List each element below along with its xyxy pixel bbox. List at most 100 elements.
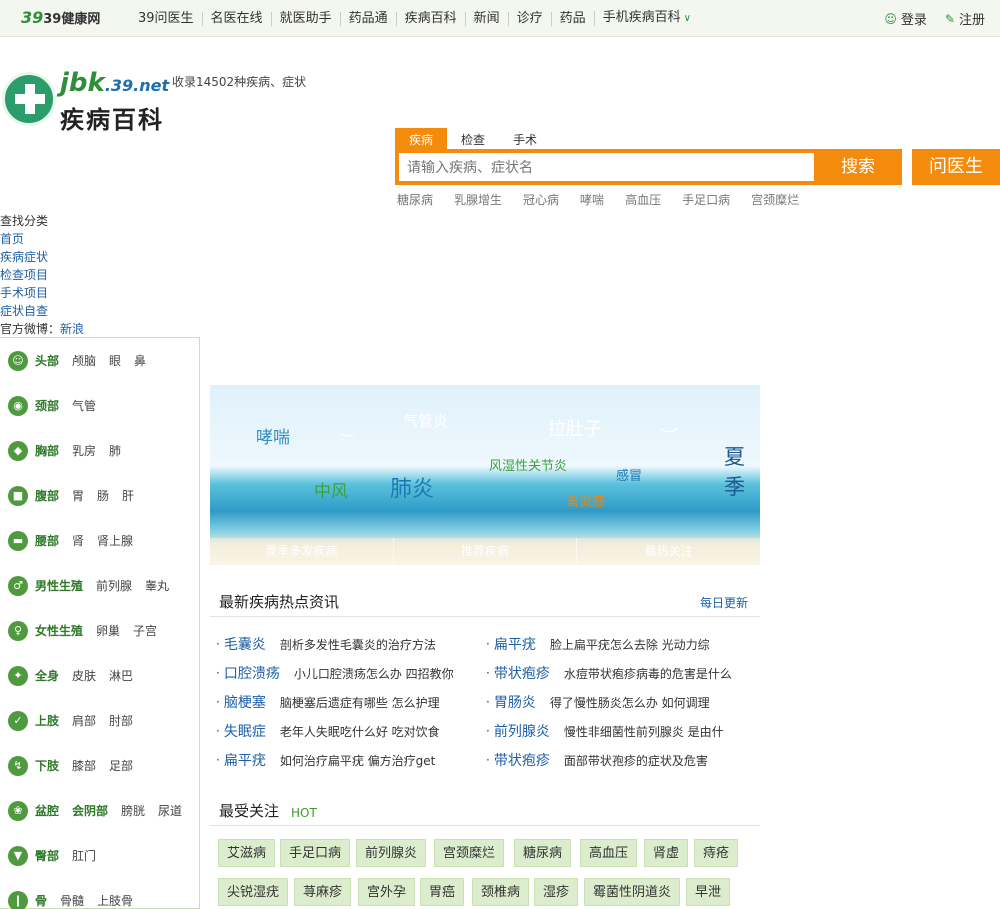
sidebar-item-neck[interactable]: ◉ 颈部 气管 — [0, 383, 199, 428]
sidebar-item-female[interactable]: ♀ 女性生殖 卵巢 子宫 — [0, 608, 199, 653]
hotword-link[interactable]: 哮喘 — [580, 191, 604, 208]
disease-tag[interactable]: 前列腺炎 — [356, 839, 427, 867]
news-item[interactable]: · 脑梗塞 脑梗塞后遗症有哪些 怎么护理 — [216, 691, 440, 713]
news-text[interactable]: 脸上扁平疣怎么去除 光动力综 — [550, 636, 710, 653]
banner-word[interactable]: 中风 — [314, 477, 348, 502]
disease-tag[interactable]: 高血压 — [580, 839, 638, 867]
sidebar-sub[interactable]: 足部 — [109, 757, 133, 774]
banner-word[interactable]: 风湿性关节炎 — [489, 455, 567, 474]
news-keyword[interactable]: 扁平疣 — [224, 750, 266, 770]
news-text[interactable]: 小儿口腔溃疡怎么办 四招教你 — [294, 665, 454, 682]
sidebar-category[interactable]: 会阴部 — [72, 802, 108, 819]
sidebar-category[interactable]: 胸部 — [35, 442, 59, 459]
disease-tag[interactable]: 胃癌 — [420, 878, 465, 906]
ask-doctor-button[interactable]: 问医生 — [912, 149, 1000, 185]
nav-famous-doctor[interactable]: 名医在线 — [201, 11, 271, 26]
disease-tag[interactable]: 宫外孕 — [358, 878, 416, 906]
sidebar-category[interactable]: 颈部 — [35, 397, 59, 414]
banner-word[interactable]: 禽流感 — [566, 491, 605, 510]
sidebar-category[interactable]: 腰部 — [35, 532, 59, 549]
link-disease-symptom[interactable]: 疾病症状 — [0, 248, 84, 266]
news-keyword[interactable]: 毛囊炎 — [224, 634, 266, 654]
news-text[interactable]: 水痘带状疱疹病毒的危害是什么 — [564, 665, 732, 682]
sidebar-item-abdomen[interactable]: ■ 腹部胃肠肝 — [0, 473, 199, 518]
disease-tag[interactable]: 霉菌性阴道炎 — [584, 878, 681, 906]
banner-tab[interactable]: 推荐疾病 — [392, 538, 577, 565]
hotword-link[interactable]: 乳腺增生 — [454, 191, 502, 208]
sidebar-item-wholebody[interactable]: ✦ 全身 皮肤 淋巴 — [0, 653, 199, 698]
brand-logo[interactable]: jbk.39.net 疾病百科 — [0, 68, 172, 134]
news-item[interactable]: · 带状疱疹 面部带状孢疹的症状及危害 — [486, 749, 708, 771]
sidebar-item-waist[interactable]: ▬ 腰部肾肾上腺 — [0, 518, 199, 563]
disease-tag[interactable]: 肾虚 — [644, 839, 689, 867]
disease-tag[interactable]: 颈椎病 — [472, 878, 530, 906]
news-keyword[interactable]: 脑梗塞 — [224, 692, 266, 712]
tab-surgery[interactable]: 手术 — [499, 128, 551, 149]
disease-tag[interactable]: 糖尿病 — [514, 839, 572, 867]
banner-word[interactable]: 哮喘 — [256, 423, 290, 448]
news-keyword[interactable]: 胃肠炎 — [494, 692, 536, 712]
sidebar-sub[interactable]: 膝部 — [72, 757, 96, 774]
sidebar-item-pelvis[interactable]: ❀ 盆腔 会阴部 膀胱 尿道 — [0, 788, 199, 833]
banner-word[interactable]: 拉肚子 — [548, 415, 602, 441]
sidebar-sub[interactable]: 骨髓 — [60, 892, 84, 909]
nav-disease-wiki[interactable]: 疾病百科 — [395, 11, 465, 26]
sidebar-sub[interactable]: 子宫 — [133, 622, 157, 639]
banner-word[interactable]: 感冒 — [616, 465, 642, 484]
nav-ask-doctor[interactable]: 39问医生 — [130, 11, 202, 26]
link-surgery-items[interactable]: 手术项目 — [0, 284, 84, 302]
news-text[interactable]: 脑梗塞后遗症有哪些 怎么护理 — [280, 694, 440, 711]
hotword-link[interactable]: 宫颈糜烂 — [751, 191, 799, 208]
sidebar-sub[interactable]: 肩部 — [72, 712, 96, 729]
sidebar-sub[interactable]: 胃 — [72, 487, 84, 504]
hotword-link[interactable]: 冠心病 — [523, 191, 559, 208]
sidebar-category[interactable]: 男性生殖 — [35, 577, 83, 594]
banner-tab[interactable]: 最热关注 — [576, 538, 760, 565]
news-item[interactable]: · 扁平疣 脸上扁平疣怎么去除 光动力综 — [486, 633, 710, 655]
link-home[interactable]: 首页 — [0, 230, 84, 248]
news-text[interactable]: 面部带状孢疹的症状及危害 — [564, 752, 708, 769]
sidebar-sub[interactable]: 鼻 — [134, 352, 146, 369]
site-logo[interactable]: 3939健康网 — [21, 8, 100, 27]
sidebar-item-buttocks[interactable]: ▼ 臀部 肛门 — [0, 833, 199, 878]
sidebar-sub[interactable]: 膀胱 — [121, 802, 145, 819]
news-item[interactable]: · 失眠症 老年人失眠吃什么好 吃对饮食 — [216, 720, 440, 742]
news-keyword[interactable]: 失眠症 — [224, 721, 266, 741]
sidebar-category[interactable]: 腹部 — [35, 487, 59, 504]
disease-tag[interactable]: 荨麻疹 — [294, 878, 352, 906]
sidebar-category[interactable]: 臀部 — [35, 847, 59, 864]
sidebar-sub[interactable]: 气管 — [72, 397, 96, 414]
sidebar-category[interactable]: 女性生殖 — [35, 622, 83, 639]
news-keyword[interactable]: 带状疱疹 — [494, 750, 550, 770]
sidebar-sub[interactable]: 卵巢 — [96, 622, 120, 639]
sidebar-sub[interactable]: 尿道 — [158, 802, 182, 819]
news-text[interactable]: 剖析多发性毛囊炎的治疗方法 — [280, 636, 436, 653]
sidebar-sub[interactable]: 乳房 — [72, 442, 96, 459]
disease-tag[interactable]: 湿疹 — [534, 878, 579, 906]
news-item[interactable]: · 带状疱疹 水痘带状疱疹病毒的危害是什么 — [486, 662, 732, 684]
sidebar-sub[interactable]: 眼 — [109, 352, 121, 369]
nav-news[interactable]: 新闻 — [464, 11, 508, 26]
news-text[interactable]: 得了慢性肠炎怎么办 如何调理 — [550, 694, 710, 711]
news-item[interactable]: · 口腔溃疡 小儿口腔溃疡怎么办 四招教你 — [216, 662, 454, 684]
sidebar-category[interactable]: 盆腔 — [35, 802, 59, 819]
sidebar-sub[interactable]: 肾 — [72, 532, 84, 549]
sidebar-sub[interactable]: 皮肤 — [72, 667, 96, 684]
news-item[interactable]: · 扁平疣 如何治疗扁平疣 偏方治疗get — [216, 749, 435, 771]
disease-tag[interactable]: 宫颈糜烂 — [434, 839, 505, 867]
news-keyword[interactable]: 带状疱疹 — [494, 663, 550, 683]
news-keyword[interactable]: 扁平疣 — [494, 634, 536, 654]
sidebar-sub[interactable]: 肘部 — [109, 712, 133, 729]
sidebar-item-upperlimb[interactable]: ✓ 上肢 肩部 肘部 — [0, 698, 199, 743]
banner-tab[interactable]: 夏季多发疾病 — [210, 538, 393, 565]
hotword-link[interactable]: 糖尿病 — [397, 191, 433, 208]
search-input[interactable] — [399, 153, 814, 181]
news-keyword[interactable]: 前列腺炎 — [494, 721, 550, 741]
banner-word[interactable]: 气管炎 — [403, 410, 448, 431]
nav-medicine[interactable]: 药品 — [550, 11, 594, 26]
disease-tag[interactable]: 痔疮 — [694, 839, 739, 867]
news-item[interactable]: · 胃肠炎 得了慢性肠炎怎么办 如何调理 — [486, 691, 710, 713]
sidebar-sub[interactable]: 肝 — [122, 487, 134, 504]
hotword-link[interactable]: 手足口病 — [682, 191, 730, 208]
link-symptom-selfcheck[interactable]: 症状自查 — [0, 302, 84, 320]
